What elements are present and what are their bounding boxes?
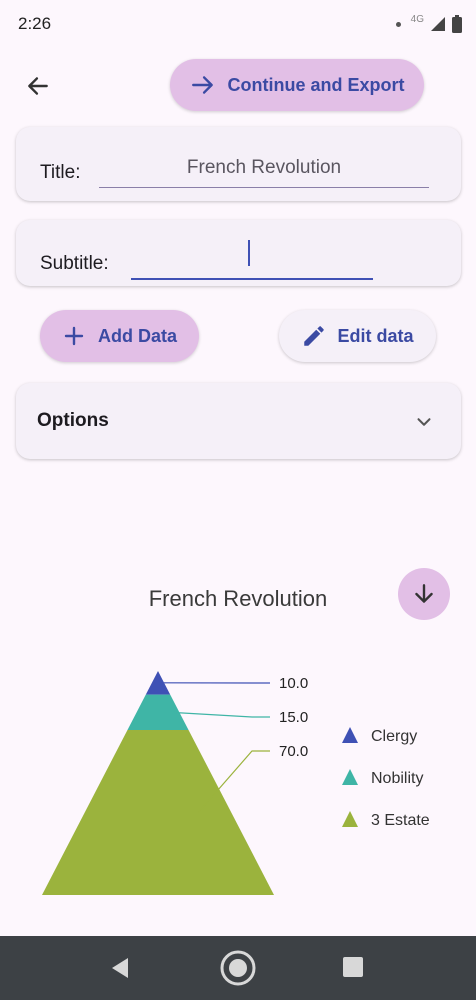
title-input[interactable] [99,149,429,188]
legend-entry: Nobility [371,770,423,787]
data-label: 10.0 [279,675,308,692]
legend-marker-icon [342,727,358,743]
legend-marker-icon [342,769,358,785]
legend-marker-icon [342,811,358,827]
network-type-label: 4G [410,13,424,25]
legend-entry: 3 Estate [371,812,430,829]
nav-back-icon[interactable] [108,952,132,984]
options-expander[interactable]: Options [16,383,461,459]
pencil-icon [304,326,325,346]
chevron-down-icon [417,418,431,426]
title-card: Title: [16,127,461,201]
subtitle-input[interactable] [131,238,373,280]
pyramid-chart: 10.0 15.0 70.0 Clergy Nobility 3 Estate [42,671,430,895]
continue-export-button[interactable]: Continue and Export [170,59,424,111]
nav-home-icon[interactable] [218,950,258,986]
add-data-button[interactable]: Add Data [40,310,199,362]
data-label: 70.0 [279,743,308,760]
edit-data-label: Edit data [337,325,414,346]
nav-recents-icon[interactable] [342,956,364,978]
status-icons: 4G [395,13,462,35]
status-time: 2:26 [18,14,52,33]
data-label-connector [169,711,270,718]
edit-data-button[interactable]: Edit data [279,310,436,362]
back-button[interactable] [18,66,58,106]
arrow-right-icon [191,76,213,94]
pyramid-segment-3-estate [42,729,274,895]
system-nav-bar [0,936,476,1000]
arrow-left-icon [28,77,48,95]
notification-dot-icon [395,21,401,27]
download-button[interactable] [398,568,450,620]
options-label: Options [37,410,109,431]
subtitle-label: Subtitle: [40,253,109,274]
title-label: Title: [40,162,81,183]
battery-icon [452,15,462,33]
subtitle-card: Subtitle: [16,220,461,286]
signal-icon [431,17,445,31]
status-bar: 2:26 4G [0,0,476,48]
export-button-label: Continue and Export [227,74,405,95]
add-data-label: Add Data [97,325,177,346]
plus-icon [64,326,84,346]
text-cursor [248,240,250,266]
legend-entry: Clergy [371,728,417,745]
arrow-down-icon [415,584,433,603]
data-label: 15.0 [279,709,308,726]
